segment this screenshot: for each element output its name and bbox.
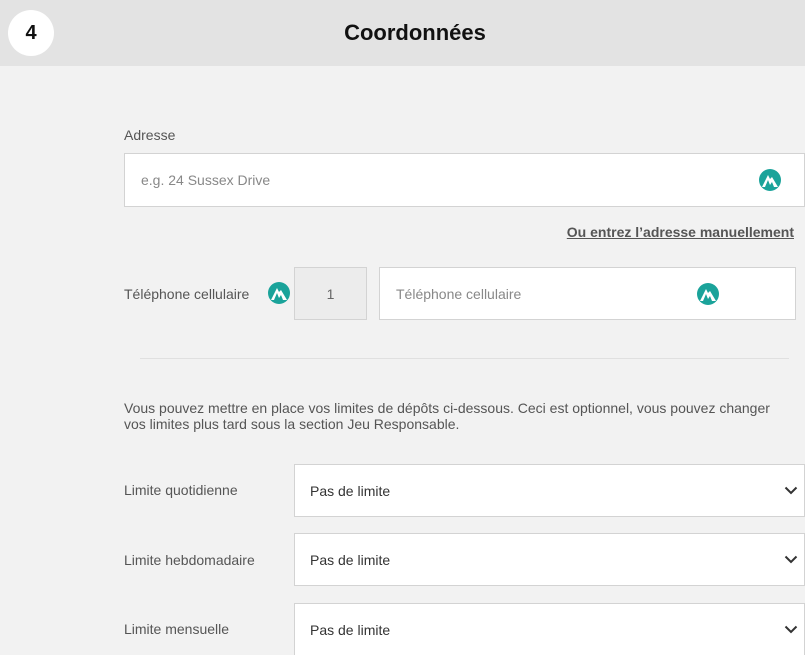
nordvpn-mountain-icon[interactable] bbox=[268, 282, 290, 304]
daily-limit-value: Pas de limite bbox=[310, 482, 391, 499]
monthly-limit-label: Limite mensuelle bbox=[124, 621, 230, 637]
step-number-badge: 4 bbox=[8, 10, 54, 56]
daily-limit-select[interactable]: Pas de limite bbox=[294, 464, 805, 517]
daily-limit-label: Limite quotidienne bbox=[124, 482, 238, 498]
weekly-limit-value: Pas de limite bbox=[310, 551, 391, 568]
chevron-down-icon bbox=[784, 486, 798, 495]
phone-label: Téléphone cellulaire bbox=[124, 286, 250, 302]
monthly-limit-select[interactable]: Pas de limite bbox=[294, 603, 805, 655]
chevron-down-icon bbox=[784, 625, 798, 634]
phone-input[interactable] bbox=[380, 285, 795, 302]
address-field[interactable] bbox=[124, 153, 805, 207]
section-divider bbox=[140, 358, 789, 359]
section-title: Coordonnées bbox=[344, 20, 486, 45]
weekly-limit-select[interactable]: Pas de limite bbox=[294, 533, 805, 586]
manual-address-link[interactable]: Ou entrez l’adresse manuellement bbox=[567, 224, 794, 240]
limits-info-text: Vous pouvez mettre en place vos limites … bbox=[124, 400, 770, 432]
weekly-limit-label: Limite hebdomadaire bbox=[124, 552, 255, 568]
address-label: Adresse bbox=[124, 127, 176, 143]
phone-country-code: 1 bbox=[294, 267, 367, 320]
address-input[interactable] bbox=[125, 172, 804, 188]
phone-field[interactable] bbox=[379, 267, 796, 320]
section-header: 4 Coordonnées bbox=[0, 0, 805, 66]
monthly-limit-value: Pas de limite bbox=[310, 621, 391, 638]
nordvpn-mountain-icon[interactable] bbox=[759, 169, 781, 191]
chevron-down-icon bbox=[784, 555, 798, 564]
nordvpn-mountain-icon[interactable] bbox=[697, 283, 719, 305]
